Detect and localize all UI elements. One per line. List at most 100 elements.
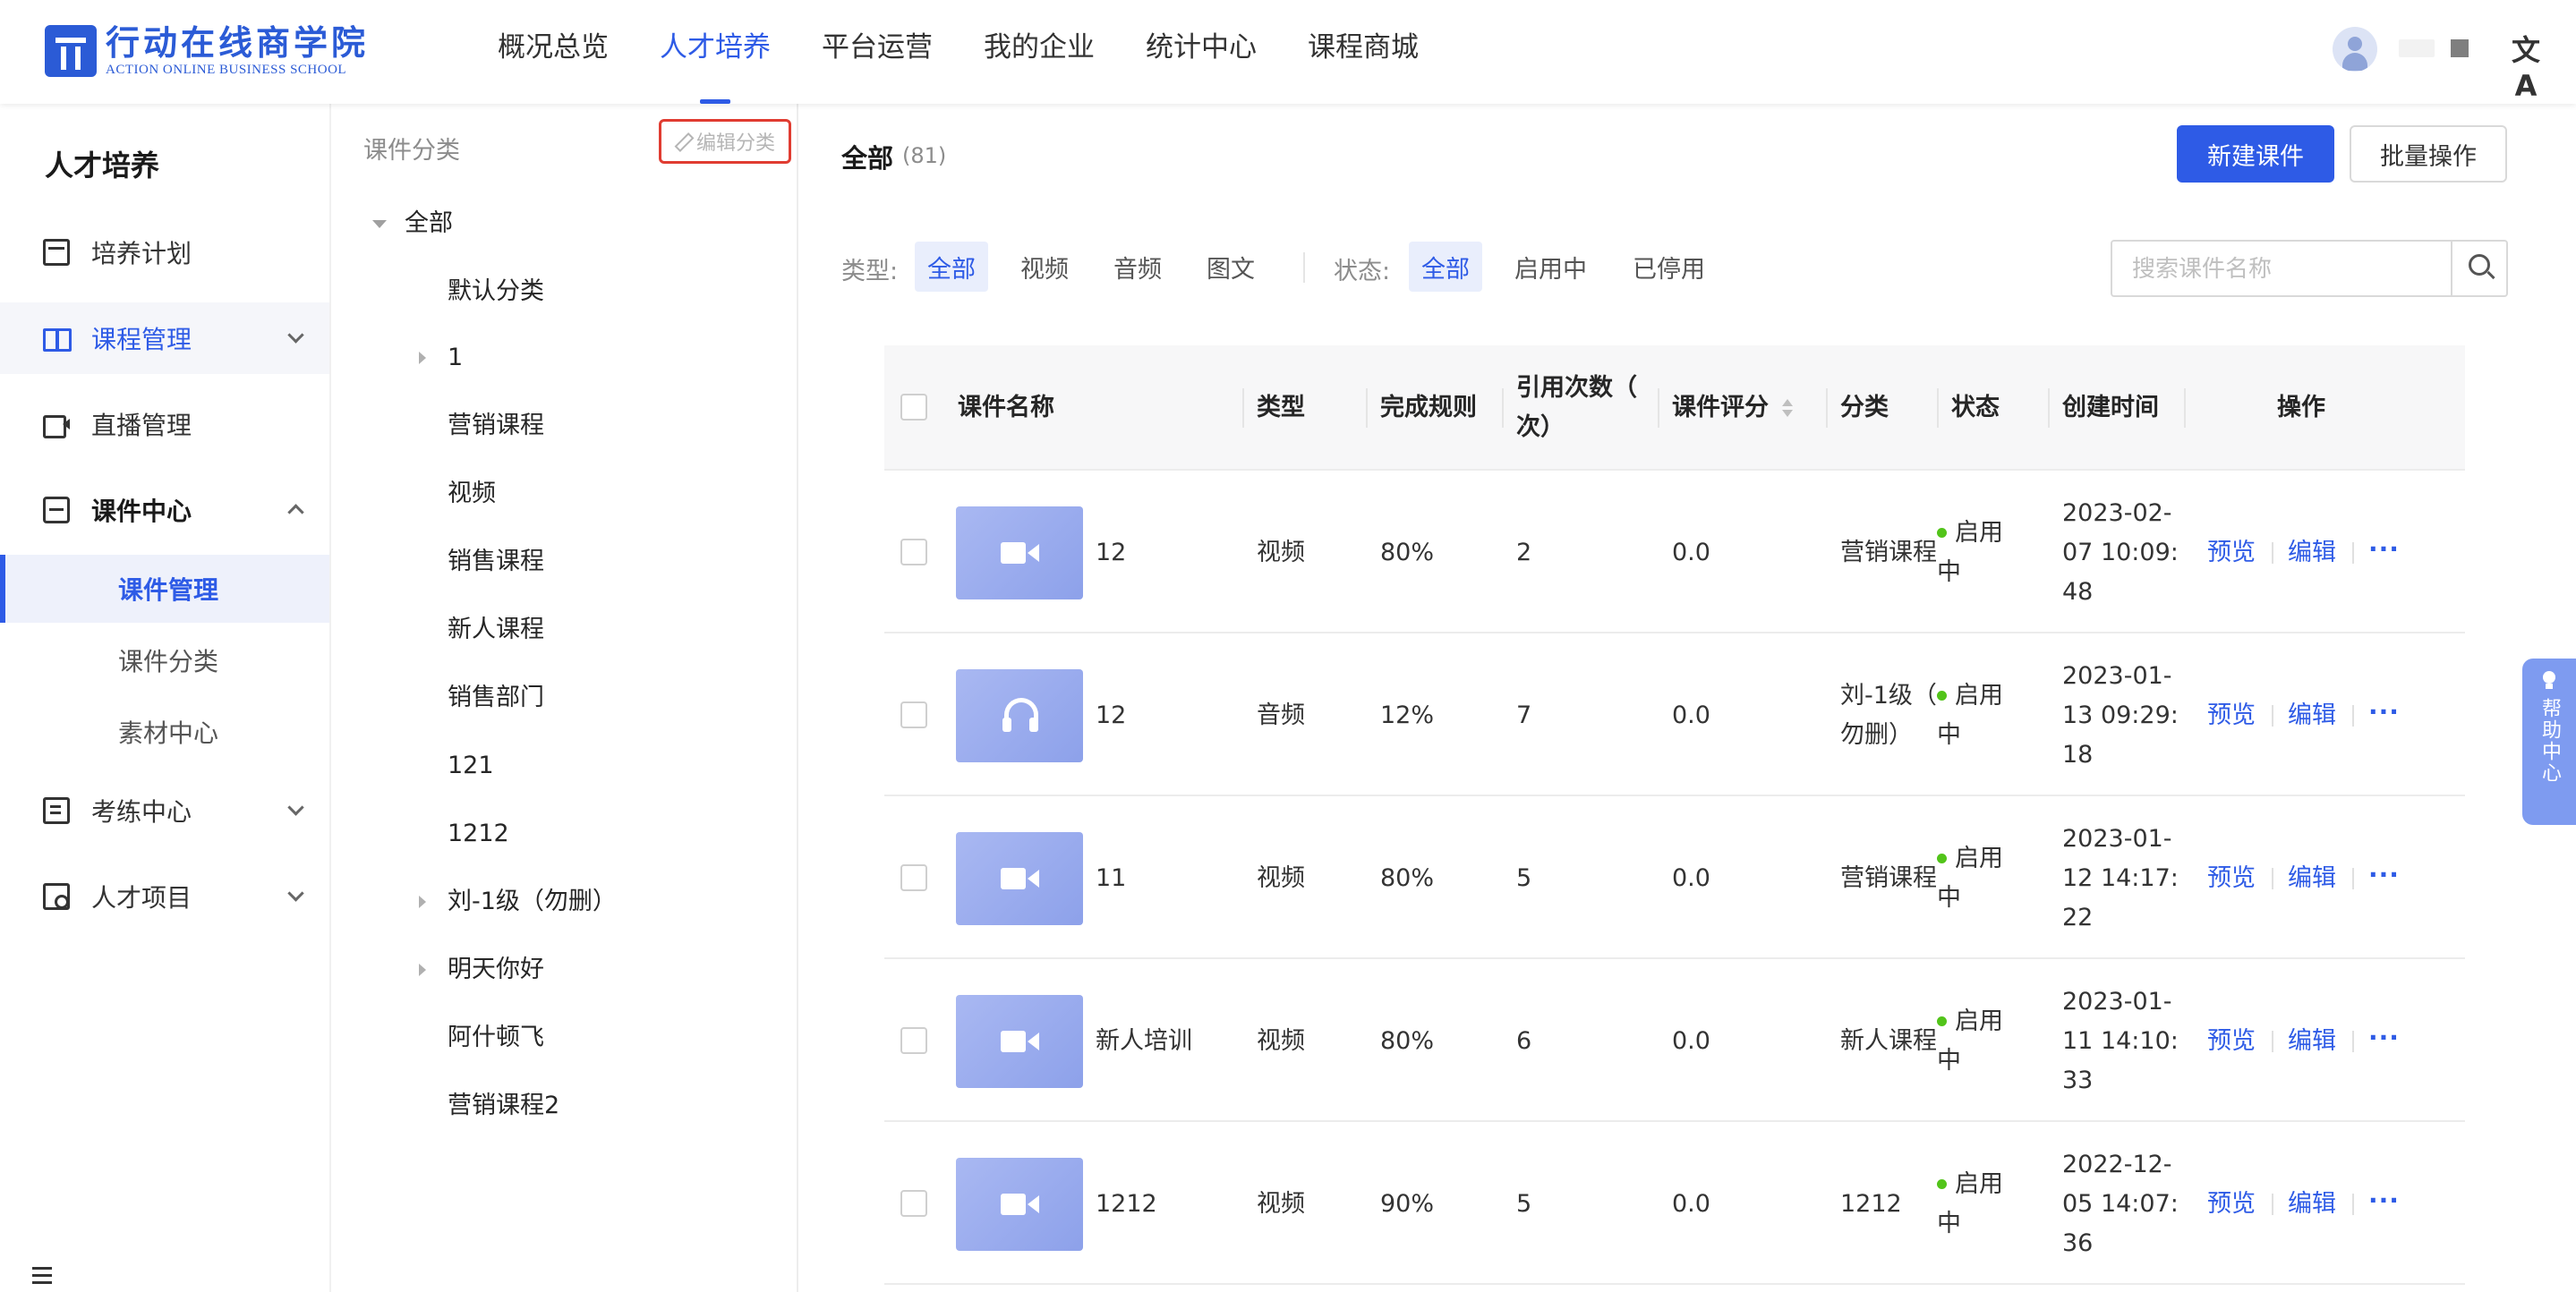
status-filter-enabled[interactable]: 启用中 (1502, 242, 1599, 292)
created-time-line3: 48 (2062, 578, 2094, 606)
preview-link[interactable]: 预览 (2207, 859, 2256, 898)
category-node[interactable]: 销售课程 (448, 535, 544, 589)
nav-talent-training[interactable]: 人才培养 (660, 0, 771, 104)
courseware-status: 启用 (1955, 519, 2003, 547)
category-node[interactable]: 1 (448, 331, 463, 385)
caret-right-icon[interactable] (419, 352, 426, 364)
preview-link[interactable]: 预览 (2207, 1185, 2256, 1224)
category-node-root[interactable]: 全部 (405, 197, 453, 251)
user-avatar-icon[interactable] (2333, 27, 2377, 72)
sidebar-item-training-plan[interactable]: 培养计划 (0, 217, 329, 288)
sidebar-subitem-courseware-category[interactable]: 课件分类 (0, 626, 329, 694)
category-node[interactable]: 1212 (448, 807, 509, 861)
new-courseware-button[interactable]: 新建课件 (2177, 125, 2334, 183)
type-filter-article[interactable]: 图文 (1194, 242, 1267, 292)
courseware-category: 刘-1级（ (1840, 682, 1937, 710)
video-thumbnail-icon[interactable] (956, 995, 1083, 1088)
sidebar-item-course-management[interactable]: 课程管理 (0, 302, 329, 374)
category-node[interactable]: 营销课程 (448, 399, 544, 453)
more-actions-icon[interactable]: ··· (2368, 1018, 2400, 1058)
status-filter-disabled[interactable]: 已停用 (1620, 242, 1718, 292)
type-filter-audio[interactable]: 音频 (1101, 242, 1174, 292)
main-nav: 概况总览 人才培养 平台运营 我的企业 统计中心 课程商城 (498, 0, 1470, 104)
courseware-name[interactable]: 12 (1096, 696, 1126, 735)
chevron-down-icon (288, 888, 303, 902)
category-node[interactable]: 默认分类 (448, 265, 544, 319)
sidebar-subitem-material-center[interactable]: 素材中心 (0, 698, 329, 766)
more-actions-icon[interactable]: ··· (2368, 1181, 2400, 1220)
edit-category-button[interactable]: 编辑分类 (659, 119, 791, 164)
edit-link[interactable]: 编辑 (2288, 1185, 2336, 1224)
row-checkbox[interactable] (900, 1027, 927, 1054)
row-checkbox[interactable] (900, 1190, 927, 1217)
collapse-sidebar-icon[interactable] (29, 1263, 54, 1285)
video-thumbnail-icon[interactable] (956, 1158, 1083, 1251)
category-node[interactable]: 阿什顿飞 (448, 1011, 544, 1065)
category-node[interactable]: 营销课程2 (448, 1079, 559, 1133)
type-filter-video[interactable]: 视频 (1008, 242, 1081, 292)
op-divider (2272, 705, 2273, 727)
caret-down-icon[interactable] (372, 220, 387, 228)
more-actions-icon[interactable]: ··· (2368, 855, 2400, 895)
sort-icon[interactable] (1781, 397, 1794, 419)
category-node[interactable]: 121 (448, 739, 494, 793)
username[interactable] (2399, 39, 2435, 57)
sidebar-subitem-courseware-management[interactable]: 课件管理 (0, 555, 329, 623)
sidebar-item-courseware-center[interactable]: 课件中心 (0, 474, 329, 546)
category-node[interactable]: 新人课程 (448, 603, 544, 657)
col-header-score[interactable]: 课件评分 (1672, 345, 1794, 471)
category-panel: 课件分类 编辑分类 全部 默认分类 1 营销课程 视频 销售课程 新人课程 销售… (333, 104, 798, 1292)
caret-right-icon[interactable] (419, 964, 426, 976)
created-time-line1: 2023-01- (2062, 988, 2172, 1016)
status-filter-all[interactable]: 全部 (1409, 242, 1482, 292)
more-actions-icon[interactable]: ··· (2368, 693, 2400, 732)
video-thumbnail-icon[interactable] (956, 832, 1083, 925)
caret-right-icon[interactable] (419, 896, 426, 908)
total-count: (81) (902, 143, 947, 168)
search-icon[interactable] (2451, 242, 2506, 295)
row-checkbox[interactable] (900, 864, 927, 891)
sidebar-item-exam-center[interactable]: 考练中心 (0, 775, 329, 846)
edit-link[interactable]: 编辑 (2288, 1022, 2336, 1061)
preview-link[interactable]: 预览 (2207, 696, 2256, 735)
type-filter-all[interactable]: 全部 (915, 242, 988, 292)
sidebar-item-talent-project[interactable]: 人才项目 (0, 861, 329, 932)
created-time-line2: 05 14:07: (2062, 1190, 2179, 1218)
category-node[interactable]: 销售部门 (448, 671, 544, 725)
courseware-name[interactable]: 新人培训 (1096, 1022, 1192, 1061)
op-divider (2272, 868, 2273, 889)
category-node[interactable]: 明天你好 (448, 943, 544, 997)
preview-link[interactable]: 预览 (2207, 533, 2256, 573)
category-node[interactable]: 刘-1级（勿删） (448, 875, 617, 929)
help-center-button[interactable]: 帮助中心 (2522, 659, 2576, 825)
user-menu-icon[interactable] (2451, 39, 2469, 57)
edit-link[interactable]: 编辑 (2288, 533, 2336, 573)
row-checkbox[interactable] (900, 701, 927, 728)
courseware-category: 新人课程 (1840, 1027, 1937, 1055)
row-checkbox[interactable] (900, 539, 927, 565)
courseware-name[interactable]: 11 (1096, 859, 1126, 898)
table-row: 11 视频 80% 5 0.0 营销课程 启用 中 2023-01- 12 14… (884, 796, 2465, 959)
nav-stats-center[interactable]: 统计中心 (1146, 0, 1257, 104)
brand-logo[interactable]: 行动在线商学院 ACTION ONLINE BUSINESS SCHOOL (45, 23, 369, 79)
nav-platform-ops[interactable]: 平台运营 (822, 0, 933, 104)
more-actions-icon[interactable]: ··· (2368, 530, 2400, 569)
nav-my-company[interactable]: 我的企业 (984, 0, 1095, 104)
courseware-name[interactable]: 12 (1096, 533, 1126, 573)
reference-count: 6 (1516, 1027, 1532, 1055)
nav-course-mall[interactable]: 课程商城 (1308, 0, 1419, 104)
sidebar-item-live-management[interactable]: 直播管理 (0, 388, 329, 460)
video-thumbnail-icon[interactable] (956, 506, 1083, 599)
filter-divider (1303, 252, 1305, 283)
nav-overview[interactable]: 概况总览 (498, 0, 609, 104)
preview-link[interactable]: 预览 (2207, 1022, 2256, 1061)
edit-link[interactable]: 编辑 (2288, 696, 2336, 735)
courseware-name[interactable]: 1212 (1096, 1185, 1157, 1224)
edit-link[interactable]: 编辑 (2288, 859, 2336, 898)
select-all-checkbox[interactable] (900, 394, 927, 421)
search-input[interactable] (2112, 242, 2451, 295)
batch-operation-button[interactable]: 批量操作 (2350, 125, 2507, 183)
headphones-thumbnail-icon[interactable] (956, 669, 1083, 762)
category-node[interactable]: 视频 (448, 467, 496, 521)
translate-icon[interactable]: 文A (2508, 32, 2544, 103)
